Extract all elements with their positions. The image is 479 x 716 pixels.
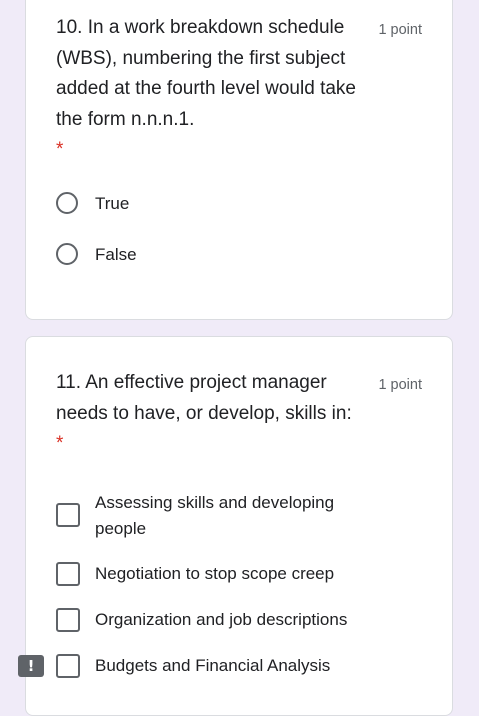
radio-option-false[interactable]: False	[56, 242, 426, 268]
exclamation-icon: !	[27, 657, 35, 675]
checkbox-option-assessing-skills[interactable]: Assessing skills and developing people	[56, 490, 356, 542]
option-label: False	[95, 245, 137, 264]
question-text: 10. In a work breakdown schedule (WBS), …	[56, 17, 356, 130]
checkbox[interactable]	[56, 562, 80, 586]
question-points: 1 point	[378, 22, 422, 38]
required-asterisk: *	[56, 433, 64, 454]
question-title: 11. An effective project manager needs t…	[56, 368, 356, 460]
question-points: 1 point	[378, 377, 422, 393]
question-card-11: 11. An effective project manager needs t…	[25, 336, 453, 716]
option-label: Negotiation to stop scope creep	[95, 564, 335, 583]
checkbox-option-budgets[interactable]: Budgets and Financial Analysis	[56, 653, 426, 679]
checkbox[interactable]	[56, 608, 80, 632]
checkbox-option-negotiation[interactable]: Negotiation to stop scope creep	[56, 561, 426, 587]
radio-button[interactable]	[56, 243, 78, 265]
checkbox[interactable]	[56, 654, 80, 678]
question-card-10: 10. In a work breakdown schedule (WBS), …	[25, 0, 453, 320]
checkbox-option-organization[interactable]: Organization and job descriptions	[56, 607, 426, 633]
radio-option-true[interactable]: True	[56, 191, 426, 217]
radio-button[interactable]	[56, 192, 78, 214]
question-title: 10. In a work breakdown schedule (WBS), …	[56, 13, 356, 166]
option-label: Organization and job descriptions	[95, 610, 348, 629]
checkbox[interactable]	[56, 503, 80, 527]
option-label: Assessing skills and developing people	[95, 493, 335, 538]
required-asterisk: *	[56, 139, 64, 160]
option-label: True	[95, 194, 130, 213]
question-text: 11. An effective project manager needs t…	[56, 372, 352, 424]
option-label: Budgets and Financial Analysis	[95, 656, 331, 675]
report-problem-button[interactable]: !	[18, 655, 44, 677]
